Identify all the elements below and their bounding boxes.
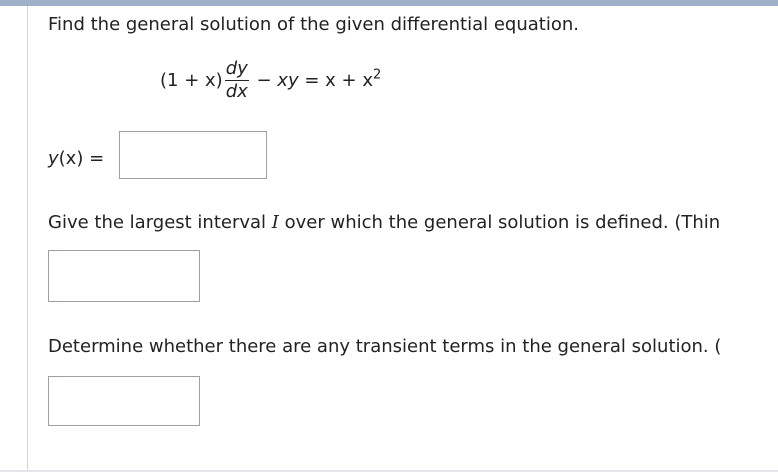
differential-equation: (1 + x) dy dx − xy = x + x2 [160,58,381,103]
transient-terms-input[interactable] [48,376,200,426]
equation-rhs: = x + x [298,70,373,91]
fraction-denominator: dx [225,81,248,102]
interval-question-after: over which the general solution is defin… [278,212,721,233]
transient-question: Determine whether there are any transien… [48,336,722,357]
derivative-fraction: dy dx [224,58,249,103]
y-of-x-label: y(x) = [48,148,104,169]
interval-variable: I [271,212,279,233]
interval-input[interactable] [48,250,200,302]
equation-lhs-prefix: (1 + x) [160,70,223,91]
equation-xy-term: xy [277,70,299,91]
fraction-numerator: dy [224,58,249,81]
y-variable: y [48,148,59,169]
y-label-rest: (x) = [58,148,105,169]
question-prompt: Find the general solution of the given d… [48,14,579,35]
general-solution-input[interactable] [119,131,267,179]
top-header-bar [0,0,778,6]
equation-minus: − [250,70,278,91]
interval-question: Give the largest interval I over which t… [48,212,720,233]
left-margin-panel [0,6,28,472]
interval-question-before: Give the largest interval [48,212,272,233]
equation-exponent: 2 [372,67,382,83]
